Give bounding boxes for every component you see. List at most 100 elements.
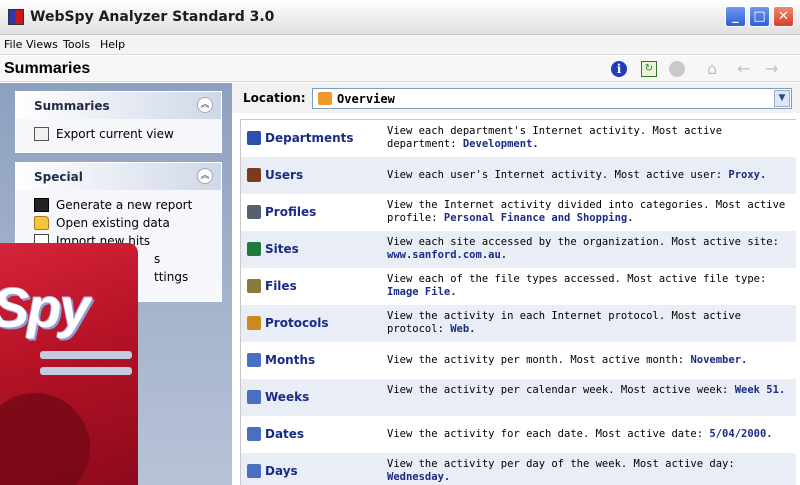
description-text: View the activity per month. Most active… xyxy=(387,354,691,366)
summary-row-profiles: Profiles View the Internet activity divid… xyxy=(241,194,796,231)
task-open-existing-data[interactable]: Open existing data xyxy=(34,214,221,232)
summary-name: Weeks xyxy=(265,390,310,404)
summary-name: Dates xyxy=(265,427,305,441)
back-icon[interactable]: ← xyxy=(737,61,753,77)
panel-title: Summaries xyxy=(34,99,110,113)
summary-name: Days xyxy=(265,464,298,478)
most-active-value: Web. xyxy=(450,323,476,335)
most-active-value: Proxy. xyxy=(728,169,767,181)
summary-link[interactable]: Months xyxy=(241,342,379,379)
stop-icon[interactable] xyxy=(669,61,685,77)
users-icon xyxy=(247,168,261,182)
close-button[interactable]: ✕ xyxy=(773,6,794,27)
summary-description: View the Internet activity divided into … xyxy=(387,199,791,225)
summary-row-users: Users View each user's Internet activity.… xyxy=(241,157,796,194)
description-text: View the activity per day of the week. M… xyxy=(387,458,735,470)
summary-row-sites: Sites View each site accessed by the orga… xyxy=(241,231,796,268)
departments-icon xyxy=(247,131,261,145)
box-stripe xyxy=(40,367,132,375)
calendar-icon xyxy=(247,390,261,404)
summary-name: Users xyxy=(265,168,304,182)
menu-bar: File Views Tools Help xyxy=(0,35,800,55)
page-title: Summaries xyxy=(4,60,91,77)
summary-link[interactable]: Files xyxy=(241,268,379,305)
summaries-panel: Summaries ︽ Export current view xyxy=(15,91,222,153)
task-label: Open existing data xyxy=(56,216,170,230)
chevron-down-icon[interactable]: ▼ xyxy=(774,90,790,107)
open-folder-icon xyxy=(34,216,49,230)
forward-icon[interactable]: → xyxy=(765,61,781,77)
summary-description: View each department's Internet activity… xyxy=(387,125,791,151)
header-bar: Summaries i ↻ ⌂ ← → xyxy=(0,56,800,82)
most-active-value: November. xyxy=(690,354,748,366)
info-icon[interactable]: i xyxy=(611,61,627,77)
task-label: ttings xyxy=(154,270,189,284)
maximize-button[interactable]: □ xyxy=(749,6,770,27)
most-active-value: Development. xyxy=(462,138,539,150)
task-label: Export current view xyxy=(56,127,174,141)
menu-help[interactable]: Help xyxy=(100,38,125,51)
most-active-value: Wednesday. xyxy=(387,471,451,483)
summary-description: View the activity for each date. Most ac… xyxy=(387,428,791,441)
description-text: View the activity in each Internet proto… xyxy=(387,310,742,335)
summary-row-days: Days View the activity per day of the wee… xyxy=(241,453,796,485)
summary-link[interactable]: Days xyxy=(241,453,379,485)
special-panel-header[interactable]: Special ︽ xyxy=(16,163,221,190)
menu-views[interactable]: Views xyxy=(26,38,58,51)
description-text: View each of the file types accessed. Mo… xyxy=(387,273,767,285)
window-title: WebSpy Analyzer Standard 3.0 xyxy=(30,9,275,25)
task-label: s xyxy=(154,252,161,266)
task-label: Generate a new report xyxy=(56,198,193,212)
summaries-panel-header[interactable]: Summaries ︽ xyxy=(16,92,221,119)
location-select[interactable]: Overview ▼ xyxy=(312,88,792,109)
summary-row-files: Files View each of the file types accesse… xyxy=(241,268,796,305)
description-text: View the activity for each date. Most ac… xyxy=(387,428,710,440)
summary-description: View the activity per day of the week. M… xyxy=(387,458,791,484)
summary-link[interactable]: Protocols xyxy=(241,305,379,342)
most-active-value: Personal Finance and Shopping. xyxy=(443,212,634,224)
menu-file[interactable]: File xyxy=(4,38,22,51)
summary-name: Files xyxy=(265,279,297,293)
summary-name: Months xyxy=(265,353,316,367)
collapse-chevron-icon[interactable]: ︽ xyxy=(197,97,213,113)
summary-link[interactable]: Weeks xyxy=(241,379,379,416)
most-active-value: Image File. xyxy=(387,286,457,298)
profiles-icon xyxy=(247,205,261,219)
summary-name: Sites xyxy=(265,242,299,256)
report-icon[interactable]: ↻ xyxy=(641,61,657,77)
most-active-value: 5/04/2000. xyxy=(709,428,773,440)
summary-link[interactable]: Departments xyxy=(241,120,379,157)
summaries-table: Departments View each department's Intern… xyxy=(240,119,796,485)
globe-icon xyxy=(247,242,261,256)
calendar-icon xyxy=(247,427,261,441)
summary-description: View each user's Internet activity. Most… xyxy=(387,169,791,182)
summary-name: Profiles xyxy=(265,205,317,219)
box-figure xyxy=(0,393,90,485)
location-value: Overview xyxy=(337,92,395,106)
summary-link[interactable]: Dates xyxy=(241,416,379,453)
collapse-chevron-icon[interactable]: ︽ xyxy=(197,168,213,184)
product-box-image: Spy xyxy=(0,243,138,485)
summary-description: View the activity in each Internet proto… xyxy=(387,310,791,336)
description-text: View each site accessed by the organizat… xyxy=(387,236,779,248)
menu-tools[interactable]: Tools xyxy=(63,38,90,51)
most-active-value: www.sanford.com.au. xyxy=(387,249,508,261)
summary-row-departments: Departments View each department's Intern… xyxy=(241,120,796,157)
summary-name: Departments xyxy=(265,131,354,145)
generate-report-icon xyxy=(34,198,49,212)
description-text: View each department's Internet activity… xyxy=(387,125,723,150)
box-stripe xyxy=(40,351,132,359)
task-generate-report[interactable]: Generate a new report xyxy=(34,196,221,214)
task-export-current-view[interactable]: Export current view xyxy=(34,125,221,143)
summary-description: View the activity per month. Most active… xyxy=(387,354,791,367)
location-label: Location: xyxy=(243,91,306,105)
summary-row-weeks: Weeks View the activity per calendar week… xyxy=(241,379,796,416)
home-icon[interactable]: ⌂ xyxy=(707,61,723,77)
summary-row-protocols: Protocols View the activity in each Inter… xyxy=(241,305,796,342)
calendar-icon xyxy=(247,353,261,367)
summary-link[interactable]: Sites xyxy=(241,231,379,268)
summary-link[interactable]: Profiles xyxy=(241,194,379,231)
summary-description: View each site accessed by the organizat… xyxy=(387,236,791,262)
minimize-button[interactable]: _ xyxy=(725,6,746,27)
summary-link[interactable]: Users xyxy=(241,157,379,194)
